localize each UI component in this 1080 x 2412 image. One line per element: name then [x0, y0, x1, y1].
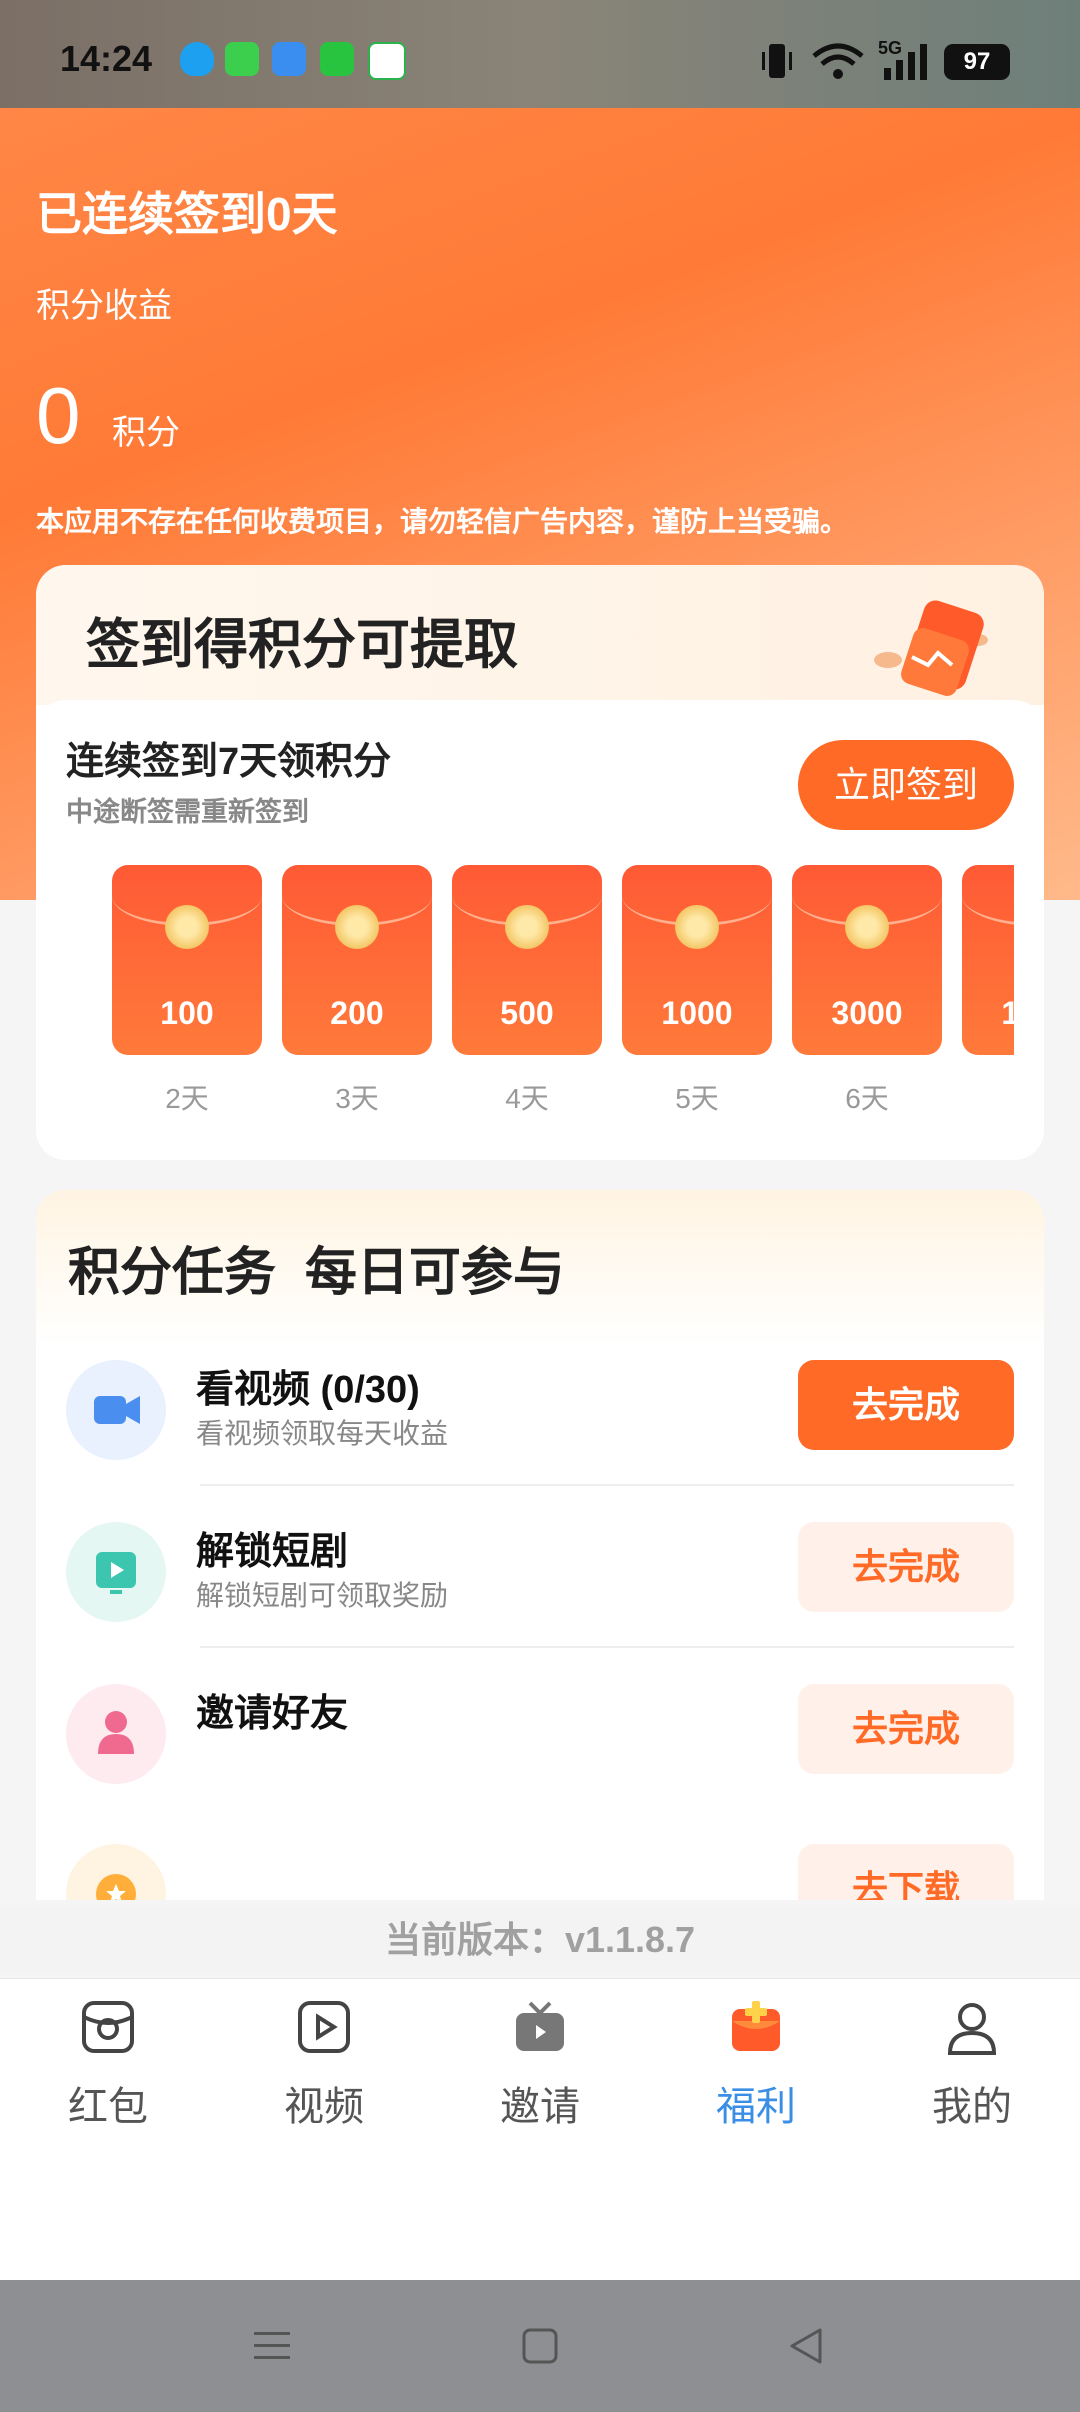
friend-icon	[66, 1684, 166, 1784]
security-app-icon	[368, 42, 406, 80]
points-income-label: 积分收益	[36, 287, 172, 325]
red-envelope-illustration-icon	[874, 600, 988, 696]
version-label: 当前版本：v1.1.8.7	[0, 1905, 1080, 1975]
points-tasks-card: 积分任务 每日可参与 看视频 (0/30) 看视频领取每天收益 去完成 解锁短剧…	[36, 1190, 1044, 1900]
task-subtitle: 解锁短剧可领取奖励	[196, 1580, 449, 1611]
tab-welfare[interactable]: 福利	[648, 1999, 864, 2132]
reward-list[interactable]: 100 2天 200 3天 500 4天 1000 5天 3000 6天 100…	[76, 865, 1014, 1135]
points-unit: 积分	[112, 414, 180, 452]
fraud-notice: 本应用不存在任何收费项目，请勿轻信广告内容，谨防上当受骗。	[36, 506, 849, 537]
reward-day: 3天	[335, 1083, 379, 1114]
task-complete-button[interactable]: 去完成	[798, 1684, 1014, 1774]
reward-day: 4天	[505, 1083, 549, 1114]
status-bar: 14:24 5G 97	[0, 0, 1080, 108]
tab-label: 福利	[716, 2085, 796, 2129]
task-item-unlock-drama: 解锁短剧 解锁短剧可领取奖励 去完成	[36, 1502, 1044, 1664]
coin-icon	[335, 905, 379, 949]
tab-label: 邀请	[500, 2085, 580, 2129]
divider	[200, 1484, 1014, 1486]
tab-mine[interactable]: 我的	[864, 1999, 1080, 2132]
reward-day: 2天	[165, 1083, 209, 1114]
coin-icon	[845, 905, 889, 949]
video-camera-icon	[66, 1360, 166, 1460]
reward-packet: 200	[282, 865, 432, 1055]
task-subtitle: 看视频领取每天收益	[196, 1418, 449, 1449]
system-navigation-bar	[0, 2280, 1080, 2412]
welfare-icon	[732, 2001, 780, 2051]
reward-value: 500	[500, 995, 554, 1031]
tab-label: 视频	[284, 2085, 364, 2129]
reward-packet: 100	[112, 865, 262, 1055]
reward-packet: 1000	[622, 865, 772, 1055]
sign-in-now-button[interactable]: 立即签到	[798, 740, 1014, 830]
status-time: 14:24	[60, 38, 153, 79]
points-value: 0	[36, 371, 81, 460]
reward-day: 7天	[962, 1077, 1014, 1117]
signin-heading: 连续签到7天领积分	[66, 741, 392, 783]
green-app-icon	[320, 42, 354, 76]
video-icon	[298, 2001, 350, 2053]
coin-icon	[505, 905, 549, 949]
qq-icon	[180, 42, 214, 76]
tv-icon	[516, 2001, 564, 2051]
vibrate-icon	[762, 44, 792, 78]
task-download-button[interactable]: 去下载	[798, 1844, 1014, 1900]
signin-card: 签到得积分可提取 连续签到7天领积分 中途断签需重新签到 立即签到 100 2天…	[36, 565, 1044, 1160]
reward-day: 5天	[675, 1083, 719, 1114]
user-icon	[947, 2003, 997, 2055]
play-card-icon	[66, 1522, 166, 1622]
tab-label: 我的	[932, 2085, 1012, 2129]
tasks-title: 积分任务 每日可参与	[68, 1244, 565, 1302]
task-title: 看视频 (0/30)	[196, 1369, 420, 1411]
back-icon[interactable]	[786, 2326, 826, 2366]
phone-app-icon	[225, 42, 259, 76]
task-title: 邀请好友	[196, 1693, 349, 1735]
reward-value: 3000	[831, 995, 903, 1031]
bottom-tab-bar: 红包 视频 邀请 福利 我的	[0, 1978, 1080, 2281]
reward-value: 1000	[1001, 995, 1014, 1031]
tab-invite[interactable]: 邀请	[432, 1999, 648, 2132]
star-icon	[66, 1844, 166, 1900]
tab-label: 红包	[68, 2085, 148, 2129]
task-item-invite-friends: 邀请好友 去完成	[36, 1664, 1044, 1826]
signin-card-body: 连续签到7天领积分 中途断签需重新签到 立即签到 100 2天 200 3天 5…	[36, 700, 1044, 1160]
reward-value: 100	[160, 995, 214, 1031]
task-item-download: 去下载	[36, 1824, 1044, 1900]
reward-packet: 1000	[962, 865, 1014, 1055]
reward-day: 6天	[845, 1083, 889, 1114]
signin-card-title: 签到得积分可提取	[86, 615, 518, 675]
task-complete-button[interactable]: 去完成	[798, 1522, 1014, 1612]
battery-indicator: 97	[944, 44, 1010, 80]
tab-video[interactable]: 视频	[216, 1999, 432, 2132]
wifi-icon	[812, 43, 864, 79]
reward-packet: 3000	[792, 865, 942, 1055]
task-complete-button[interactable]: 去完成	[798, 1360, 1014, 1450]
reward-packet: 500	[452, 865, 602, 1055]
menu-icon[interactable]	[252, 2326, 292, 2366]
coin-icon	[675, 905, 719, 949]
red-packet-icon	[82, 2001, 134, 2053]
task-item-watch-video: 看视频 (0/30) 看视频领取每天收益 去完成	[36, 1340, 1044, 1502]
signin-streak-title: 已连续签到0天	[36, 188, 338, 240]
signin-subheading: 中途断签需重新签到	[66, 797, 309, 827]
reward-value: 200	[330, 995, 384, 1031]
tab-red-packet[interactable]: 红包	[0, 1999, 216, 2132]
signal-icon	[884, 44, 927, 80]
home-icon[interactable]	[520, 2326, 560, 2366]
files-app-icon	[272, 42, 306, 76]
coin-icon	[165, 905, 209, 949]
task-title: 解锁短剧	[196, 1531, 349, 1573]
reward-value: 1000	[661, 995, 733, 1031]
divider	[200, 1646, 1014, 1648]
